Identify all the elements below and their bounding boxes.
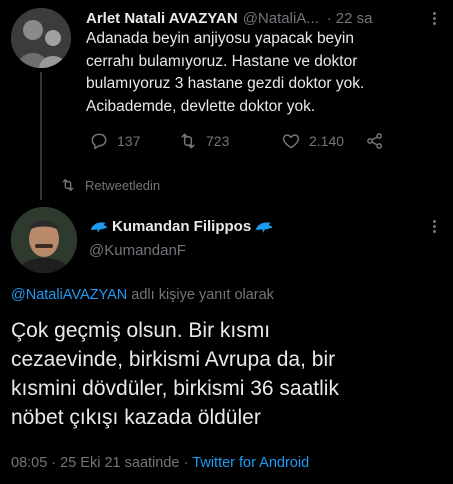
separator: ·	[51, 455, 57, 471]
replying-to: @NataliAVAZYAN adlı kişiye yanıt olarak	[11, 287, 274, 303]
avatar-photo	[11, 207, 77, 273]
reply-text: Çok geçmiş olsun. Bir kısmı cezaevinde, …	[11, 316, 446, 432]
reply-button[interactable]: 137	[89, 131, 140, 151]
heart-icon	[282, 134, 300, 149]
like-count: 2.140	[309, 133, 345, 149]
avatar[interactable]	[11, 8, 71, 68]
tweet-text-line: Adanada beyin anjiyosu yapacak beyin	[86, 30, 354, 47]
share-icon	[367, 133, 382, 149]
handle[interactable]: @NataliA...	[243, 10, 319, 27]
reply-author[interactable]: Kumandan Filippos	[89, 218, 274, 235]
dolphin-icon	[255, 221, 273, 233]
reply-meta: 08:05 · 25 Eki 21 saatinde · Twitter for…	[11, 455, 309, 471]
dolphin-icon	[90, 221, 108, 233]
retweet-count: 723	[206, 133, 230, 149]
reply-text-line: nöbet çıkışı kazada öldüler	[11, 406, 261, 429]
tweet-text-line: bulamıyoruz 3 hastane gezdi doktor yok.	[86, 75, 365, 92]
tweet-text: Adanada beyin anjiyosu yapacak beyin cer…	[86, 28, 446, 118]
reply-time[interactable]: 08:05	[11, 455, 47, 471]
retweet-notice-label: Retweetledin	[85, 177, 161, 193]
more-icon[interactable]	[428, 216, 440, 236]
display-name[interactable]: Kumandan Filippos	[112, 218, 251, 235]
display-name[interactable]: Arlet Natali AVAZYAN	[86, 10, 238, 27]
retweet-button[interactable]: 723	[178, 131, 229, 151]
more-icon[interactable]	[428, 8, 440, 28]
tweet-text-line: cerrahı bulamıyoruz. Hastane ve doktor	[86, 52, 358, 70]
separator: ·	[326, 9, 332, 27]
retweet-icon	[181, 133, 195, 149]
replying-to-handle[interactable]: @NataliAVAZYAN	[11, 287, 127, 303]
reply-text-line: Çok geçmiş olsun. Bir kısmı	[11, 319, 271, 342]
avatar-photo	[11, 8, 71, 68]
handle[interactable]: @KumandanF	[89, 242, 186, 259]
retweet-notice: Retweetledin	[60, 177, 160, 193]
source-link[interactable]: Twitter for Android	[192, 455, 309, 471]
reply-text-line: kısmini dövdüler, birkismi 36 saatlik	[11, 377, 339, 400]
avatar[interactable]	[11, 207, 77, 273]
thread-line	[40, 72, 42, 200]
replying-to-suffix: adlı kişiye yanıt olarak	[131, 287, 274, 303]
reply-count: 137	[117, 133, 141, 149]
tweet-header: Arlet Natali AVAZYAN @NataliA... · 22 sa	[86, 8, 426, 28]
separator: ·	[183, 455, 189, 471]
reply-date[interactable]: 25 Eki 21 saatinde	[60, 455, 179, 471]
reply-icon	[91, 133, 107, 150]
reply-text-line: cezaevinde, birkismi Avrupa da, bir	[11, 348, 336, 371]
share-button[interactable]	[365, 131, 385, 151]
timestamp[interactable]: 22 sa	[336, 10, 373, 27]
like-button[interactable]: 2.140	[281, 131, 344, 151]
retweet-icon	[62, 179, 74, 191]
tweet-text-line: Acibademde, devlette doktor yok.	[86, 97, 316, 115]
